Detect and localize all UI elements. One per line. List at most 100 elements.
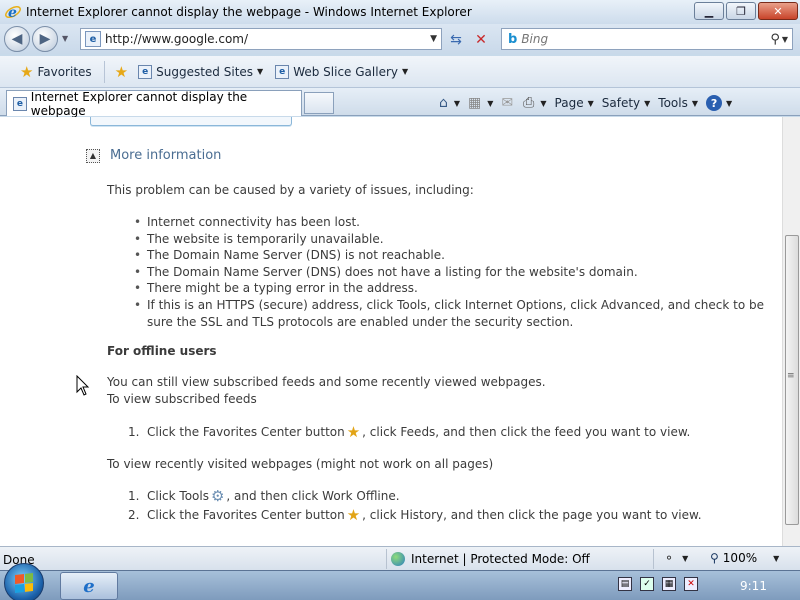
- diagnose-button-partial[interactable]: [90, 117, 292, 126]
- address-bar[interactable]: e http://www.google.com/ ▼: [80, 28, 442, 50]
- title-bar: e Internet Explorer cannot display the w…: [0, 0, 800, 24]
- chevron-down-icon: ▼: [401, 67, 409, 76]
- home-icon: ⌂: [439, 95, 448, 111]
- chevron-down-icon: ▼: [773, 553, 780, 563]
- address-dropdown-icon[interactable]: ▼: [430, 34, 437, 44]
- feeds-button[interactable]: ▦ ▼: [465, 95, 496, 111]
- back-button[interactable]: ◀: [4, 26, 30, 52]
- more-information-toggle[interactable]: ▲ More information: [86, 148, 221, 163]
- list-item: 2. Click the Favorites Center button ★ ,…: [128, 505, 702, 524]
- maximize-icon: ❐: [736, 4, 746, 18]
- safety-menu-label: Safety: [601, 96, 641, 110]
- feeds-steps: 1. Click the Favorites Center button ★ ,…: [128, 422, 690, 441]
- search-box[interactable]: b ⚲ ▼: [501, 28, 793, 50]
- status-bar: Done Internet | Protected Mode: Off ⚬ ▼ …: [0, 546, 800, 570]
- read-mail-button[interactable]: ✉: [498, 95, 518, 111]
- favorites-star-icon: ★: [346, 422, 361, 441]
- taskbar-internet-explorer[interactable]: e: [60, 572, 118, 600]
- maximize-button[interactable]: ❐: [726, 2, 756, 20]
- search-icon[interactable]: ⚲: [770, 32, 780, 47]
- tab-bar: e Internet Explorer cannot display the w…: [0, 88, 800, 118]
- chevron-down-icon: ▼: [726, 98, 733, 108]
- stop-button[interactable]: ✕: [471, 30, 491, 50]
- step-text: , click Feeds, and then click the feed y…: [362, 424, 691, 439]
- minimize-button[interactable]: ▁: [694, 2, 724, 20]
- clock[interactable]: 9:11: [740, 579, 767, 593]
- mouse-cursor-icon: [76, 375, 90, 396]
- print-button[interactable]: ⎙ ▼: [520, 95, 549, 111]
- chevron-down-icon: ▼: [682, 553, 689, 563]
- step-number: 2.: [128, 507, 140, 522]
- search-input[interactable]: [521, 32, 771, 46]
- tools-menu[interactable]: Tools ▼: [655, 96, 701, 110]
- window-controls: ▁ ❐ ✕: [694, 2, 798, 20]
- start-button[interactable]: [4, 563, 44, 600]
- rss-feed-icon: ▦: [468, 95, 482, 111]
- globe-icon: [391, 552, 405, 566]
- more-information-label[interactable]: More information: [110, 148, 221, 163]
- window-title: Internet Explorer cannot display the web…: [26, 5, 472, 19]
- tab-current[interactable]: e Internet Explorer cannot display the w…: [6, 90, 302, 118]
- collapse-icon[interactable]: ▲: [86, 148, 100, 163]
- list-item: If this is an HTTPS (secure) address, cl…: [134, 297, 764, 330]
- list-item: Internet connectivity has been lost.: [134, 214, 764, 231]
- home-button[interactable]: ⌂ ▼: [436, 95, 463, 111]
- close-button[interactable]: ✕: [758, 2, 798, 20]
- suggested-sites-link[interactable]: e Suggested Sites ▼: [138, 64, 264, 79]
- refresh-button[interactable]: ⇆: [446, 30, 466, 50]
- refresh-icon: ⇆: [450, 32, 462, 48]
- security-zone[interactable]: Internet | Protected Mode: Off: [386, 549, 654, 569]
- system-tray: ▤ ✓ ▦ ✕: [618, 577, 698, 591]
- svg-text:e: e: [8, 5, 17, 21]
- subscribed-feeds-heading: To view subscribed feeds: [107, 392, 257, 406]
- internet-explorer-icon: e: [5, 5, 21, 21]
- back-arrow-icon: ◀: [11, 31, 23, 47]
- step-text: Click the Favorites Center button: [147, 424, 345, 439]
- forward-button[interactable]: ▶: [32, 26, 58, 52]
- recent-pages-steps: 1. Click Tools ⚙ , and then click Work O…: [128, 486, 702, 524]
- help-menu[interactable]: ? ▼: [703, 95, 735, 111]
- minimize-icon: ▁: [704, 4, 714, 18]
- intro-text: This problem can be caused by a variety …: [107, 183, 474, 197]
- document-icon[interactable]: ▤: [618, 577, 632, 591]
- gear-icon: ⚙: [210, 486, 225, 505]
- list-item: 1. Click the Favorites Center button ★ ,…: [128, 422, 690, 441]
- volume-muted-icon[interactable]: ✕: [684, 577, 698, 591]
- recent-pages-dropdown[interactable]: ▼: [62, 34, 68, 43]
- action-center-icon[interactable]: ✓: [640, 577, 654, 591]
- tools-menu-label: Tools: [658, 96, 688, 110]
- safety-menu[interactable]: Safety ▼: [599, 96, 654, 110]
- chevron-down-icon: ▼: [257, 67, 264, 76]
- favorites-star-icon: ★: [346, 505, 361, 524]
- vertical-scrollbar[interactable]: ≡: [782, 117, 800, 546]
- help-icon: ?: [706, 95, 723, 111]
- grip-icon: ≡: [787, 371, 795, 381]
- network-icon[interactable]: ▦: [662, 577, 676, 591]
- status-tools[interactable]: ⚬ ▼: [664, 551, 688, 565]
- search-dropdown-icon[interactable]: ▼: [782, 35, 788, 44]
- step-text: , and then click Work Offline.: [226, 488, 400, 503]
- page-menu-label: Page: [554, 96, 584, 110]
- step-text: , click History, and then click the page…: [362, 507, 702, 522]
- page-menu[interactable]: Page ▼: [552, 96, 597, 110]
- web-slice-gallery-link[interactable]: e Web Slice Gallery ▼: [275, 64, 409, 79]
- recent-pages-heading: To view recently visited webpages (might…: [107, 457, 494, 471]
- command-bar: ⌂ ▼ ▦ ▼ ✉ ⎙ ▼ Page ▼ Safety ▼ Tools ▼ ? ▼: [436, 92, 735, 114]
- zoom-control[interactable]: ⚲ 100% ▼: [710, 551, 779, 565]
- favorites-bar: ★ Favorites ★ e Suggested Sites ▼ e Web …: [0, 56, 800, 88]
- list-item: The Domain Name Server (DNS) is not reac…: [134, 247, 764, 264]
- internet-explorer-icon: e: [83, 575, 95, 597]
- new-tab-button[interactable]: [304, 92, 334, 114]
- pop-up-blocker-icon: ⚬: [664, 551, 675, 565]
- page-icon: e: [275, 64, 290, 79]
- page-content: ▲ More information This problem can be c…: [0, 117, 782, 546]
- suggested-sites-label: Suggested Sites: [156, 64, 254, 79]
- page-icon: e: [13, 96, 27, 111]
- offline-heading: For offline users: [107, 344, 217, 358]
- taskbar: e ▤ ✓ ▦ ✕ 9:11: [0, 563, 800, 600]
- bing-icon: b: [508, 31, 518, 47]
- address-url[interactable]: http://www.google.com/: [105, 32, 430, 46]
- add-to-favorites-bar-icon[interactable]: ★: [115, 63, 128, 81]
- step-text: Click the Favorites Center button: [147, 507, 345, 522]
- favorites-button[interactable]: ★ Favorites: [14, 61, 98, 83]
